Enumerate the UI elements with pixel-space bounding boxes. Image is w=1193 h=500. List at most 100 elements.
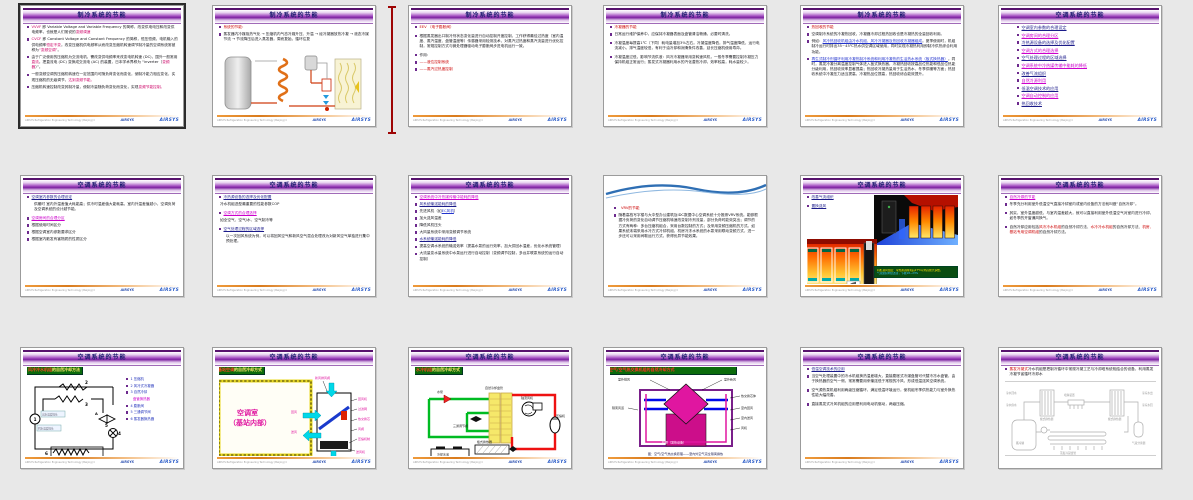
slide-thumbnail-16[interactable]: 空调系统的节能 空气/空气热交换机组的自然冷却方式 室外排风 室外新风 热交换芯… xyxy=(603,347,767,469)
text-run: 根据使用时间区分 xyxy=(31,223,62,228)
slide-title-bar: 制冷系统的节能 xyxy=(215,8,373,24)
slide-thumbnail-15[interactable]: 空调系统的节能 水冷机组 的自然冷却方式 水泵 自然冷却盘管 轴流风机 压缩机 … xyxy=(408,347,572,469)
svg-text:机柜（发热设备）: 机柜（发热设备） xyxy=(662,440,686,445)
bullet-item: 如全空气、空气/水、空气制冷等 xyxy=(219,218,370,223)
airsys-logo: AIRSYS xyxy=(742,459,762,465)
bullet-marker xyxy=(610,26,613,29)
bullet-marker xyxy=(1017,26,1020,29)
slide-footer: AIRSYS Refrigeration Engineering Technol… xyxy=(413,285,567,294)
bullet-item: 作用: xyxy=(415,53,566,58)
text-run: 冷热源设备的选择及优化配置 xyxy=(223,195,272,199)
text-run: 空气源热泵机组利用两级压缩循环，满足低温环境运行，使机组冬季供热能力与室外换热性… xyxy=(811,388,956,398)
footer-left-text: AIRSYS Refrigeration Engineering Technol… xyxy=(25,118,95,122)
slide-thumbnail-12[interactable]: 空调系统的节能 自然冷源的节能 冬季充分利用室外低温空气直接冷却室内或室内设备的方… xyxy=(998,175,1162,297)
svg-text:A: A xyxy=(95,412,98,416)
bullet-marker xyxy=(807,389,810,392)
slide-body: 基站空调 的自然冷却方式 空调室 （基站内部） 新风排风阀 回风机 过滤网 热交… xyxy=(219,367,370,456)
text-run: 冷水机组是把制冷循环中常规冷凝工艺与冷却塔系统相结合的设备，利用蒸发冷凝节省循环… xyxy=(1009,367,1154,377)
airsys-logo: AIRSYS xyxy=(742,287,762,293)
text-run: 6 蒸发器换热器 xyxy=(130,416,155,421)
slide-thumbnail-18[interactable]: 空调系统的节能 蒸发冷凝式冷水机组是把制冷循环中常规冷凝工艺与冷却塔系统相结合的… xyxy=(998,347,1162,469)
text-run: 自然冷源的节能 xyxy=(1009,195,1036,199)
bullet-item: 日常运行维护保养中，应保持冷凝器表面及盘管清洁畅通，必要时清洗。 xyxy=(610,32,761,37)
text-run: 即 Variable Voltage and Variable Frequenc… xyxy=(31,25,175,35)
slide-thumbnail-4[interactable]: 制冷系统的节能 冷凝器的节能 日常运行维护保养中，应保持冷凝器表面及盘管清洁畅通，… xyxy=(603,5,767,127)
text-run: 热回收的节能 xyxy=(811,25,834,29)
text-run: 作用: xyxy=(419,53,429,57)
diagram-label-chip: 基站空调 的自然冷却方式 xyxy=(219,367,265,375)
svg-text:回风机: 回风机 xyxy=(358,396,367,401)
slide-thumbnail-8[interactable]: 空调系统的节能 冷热源设备的选择及优化配置 冷水机组选型最重要的性能参数COP 空调… xyxy=(212,175,376,297)
airsys-logo: AIRSYS xyxy=(159,117,179,123)
svg-text:5: 5 xyxy=(105,423,108,428)
bullet-marker xyxy=(1017,94,1020,97)
slide-footer: AIRSYS Refrigeration Engineering Technol… xyxy=(608,285,762,294)
slide-title: 制冷系统的节能 xyxy=(465,12,515,19)
slide-footer: AIRSYS Refrigeration Engineering Technol… xyxy=(608,115,762,124)
slide-body: VVVF 即 Variable Voltage and Variable Fre… xyxy=(27,25,178,114)
slide-thumbnail-2[interactable]: 制冷系统的节能 系统的节能： 蒸发器内冷媒吸热气化 → 压缩机内气态冷媒升压、升温… xyxy=(212,5,376,127)
bullet-item: 系统的节能： xyxy=(219,25,370,30)
bullet-marker xyxy=(610,33,613,36)
bullet-marker xyxy=(415,54,418,57)
slide-thumbnail-9[interactable]: 空调系统的节能 空调系统中冷热媒传输中能耗的降低 风系统输送能耗的降低 先进风机（如… xyxy=(408,175,572,297)
text-run: 4 膨胀阀 xyxy=(130,403,144,408)
text-run: 置换送风 xyxy=(811,203,827,208)
bullet-marker xyxy=(415,245,418,248)
slide-thumbnail-11[interactable]: 空调系统的节能 改善气流组织 置换送风 机柜进风温度：冷热通道隔离后27℃以内占… xyxy=(800,175,964,297)
bullet-item: 压缩机转速控制改变其制冷量，使制冷量随负荷变化而变化，实现变频节能控制。 xyxy=(27,85,178,90)
text-run: ——蒸汽过热度控制 xyxy=(419,67,453,72)
slide-thumbnail-10[interactable]: VRV的节能 随着高档写字楼与大中型办公建筑及IDC数据中心空调系统十分推崇VRV… xyxy=(603,175,767,297)
bullet-marker xyxy=(1005,196,1008,199)
slide-thumbnail-3[interactable]: 制冷系统的节能 EEV （电子膨胀阀） 根据蒸发器出口制冷剂状态变化量进行自动控制… xyxy=(408,5,572,127)
bullet-item: 热回收技术 xyxy=(1017,101,1156,107)
bullet-item: 自然冷源的节能 xyxy=(1005,195,1156,200)
slide-thumbnail-6[interactable]: 空调系统的节能 空调室内参数的合理设定 空调房间的合理分区 冷热源设备的选择及优化配… xyxy=(998,5,1162,127)
bullet-item: 空调方式的合理选择 xyxy=(1017,48,1156,54)
airsys-logo: AIRSYS xyxy=(547,117,567,123)
bullet-item: 以一次回风系统为例，可以将回风空气和新风空气混合处理改为对新风空气单独进行集中预… xyxy=(219,234,370,245)
bullet-item: 加大送风温差 xyxy=(415,216,566,221)
bullet-marker xyxy=(219,26,222,29)
text-run: 的自然冷却方法、 xyxy=(1112,224,1143,229)
slide-thumbnail-1[interactable]: 制冷系统的节能 VVVF 即 Variable Voltage and Vari… xyxy=(20,5,184,127)
bullet-marker xyxy=(610,55,613,59)
bullet-item: 盘管换热器 xyxy=(126,397,178,402)
text-run: 供暖时 室内外温差值大耗能高；供冷时温差值大能耗高，室内外温差值越小，空调负荷及… xyxy=(34,202,176,212)
text-run: 其实，室外温度越低，与室内温差越大，就可以直接利用室外低温空气对室内进行冷却，如… xyxy=(1009,210,1154,221)
bullet-marker xyxy=(1005,225,1008,229)
text-run: 蒸发冷凝式 xyxy=(1009,367,1028,371)
text-run: 蒸发器内冷媒吸热气化 → 压缩机内气态冷媒升压、升温 → 经冷凝器放热冷凝 → … xyxy=(223,32,369,42)
slide-title-bar: 空调系统的节能 xyxy=(1001,350,1159,366)
text-run: 风系统输送能耗的降低 xyxy=(419,202,457,207)
text-run: 由于广泛使用的压缩机为交流电机，需改变供电频率来改变电机转速 (DC)，国外一般… xyxy=(31,54,178,59)
svg-text:隔离风道: 隔离风道 xyxy=(612,405,624,410)
text-run: 随着高档写字楼与大中型办公建筑及IDC数据中心空调系统十分推崇VRV系统。能够根… xyxy=(618,213,758,239)
text-run: 一般变频空调的压缩机转速在一定范围内可随负荷变化而变化，使制冷能力相应变化，实现… xyxy=(31,72,176,82)
slide-thumbnail-13[interactable]: 空调系统的节能 风冷冷水机组 的自然冷却方法 出水温度探头 回水温度探头 1 2… xyxy=(20,347,184,469)
text-run: 。把直流电 (DC) 变换成交流电 (AC) 的装置，日本学术界称为 “inve… xyxy=(38,60,163,65)
cfd-thermal-image-racks xyxy=(874,195,958,245)
bullet-marker xyxy=(27,231,30,234)
airsys-logo: AIRSYS xyxy=(351,287,371,293)
bullet-marker xyxy=(126,417,129,421)
bullet-marker xyxy=(27,238,30,241)
svg-text:室内送风: 室内送风 xyxy=(741,415,753,420)
text-run: EEV （电子膨胀阀） xyxy=(419,25,454,29)
bullet-item: 自然冷却应用包括风冷冷水机组的自然冷却方法、水冷冷水机组的自然冷却方法、机房、基… xyxy=(1005,225,1156,236)
text-run: 空调制冷系统的冷凝热回收，冷凝器冷却过程热回收也是冷凝热的全量回收利用。 xyxy=(811,32,945,37)
slide-thumbnail-17[interactable]: 空调系统的节能 低温空调技术的应用 当空气处理装置中的冷水机组换热温差增大，直接膨… xyxy=(800,347,964,469)
bullet-marker xyxy=(415,203,418,206)
text-run: 空调室内参数的合理设定 xyxy=(1021,25,1067,30)
svg-text:回风: 回风 xyxy=(291,410,297,414)
bullet-marker xyxy=(1005,211,1008,215)
svg-text:室外新风: 室外新风 xyxy=(724,377,736,382)
bullet-marker xyxy=(27,56,30,59)
slide-thumbnail-7[interactable]: 空调系统的节能 空调室内参数的合理设定 供暖时 室内外温差值大耗能高；供冷时温差值… xyxy=(20,175,184,297)
slide-thumbnail-5[interactable]: 制冷系统的节能 热回收的节能 空调制冷系统的冷凝热回收，冷凝器冷却过程热回收也是冷… xyxy=(800,5,964,127)
text-run: 加大送风温差 xyxy=(419,216,442,221)
svg-text:6: 6 xyxy=(45,451,48,456)
slide-thumbnail-14[interactable]: 空调系统的节能 基站空调 的自然冷却方式 空调室 （基站内部） 新风排风阀 回风… xyxy=(212,347,376,469)
text-run: 冷凝器的节能 xyxy=(614,25,637,29)
slide-footer: AIRSYS Refrigeration Engineering Technol… xyxy=(25,457,179,466)
